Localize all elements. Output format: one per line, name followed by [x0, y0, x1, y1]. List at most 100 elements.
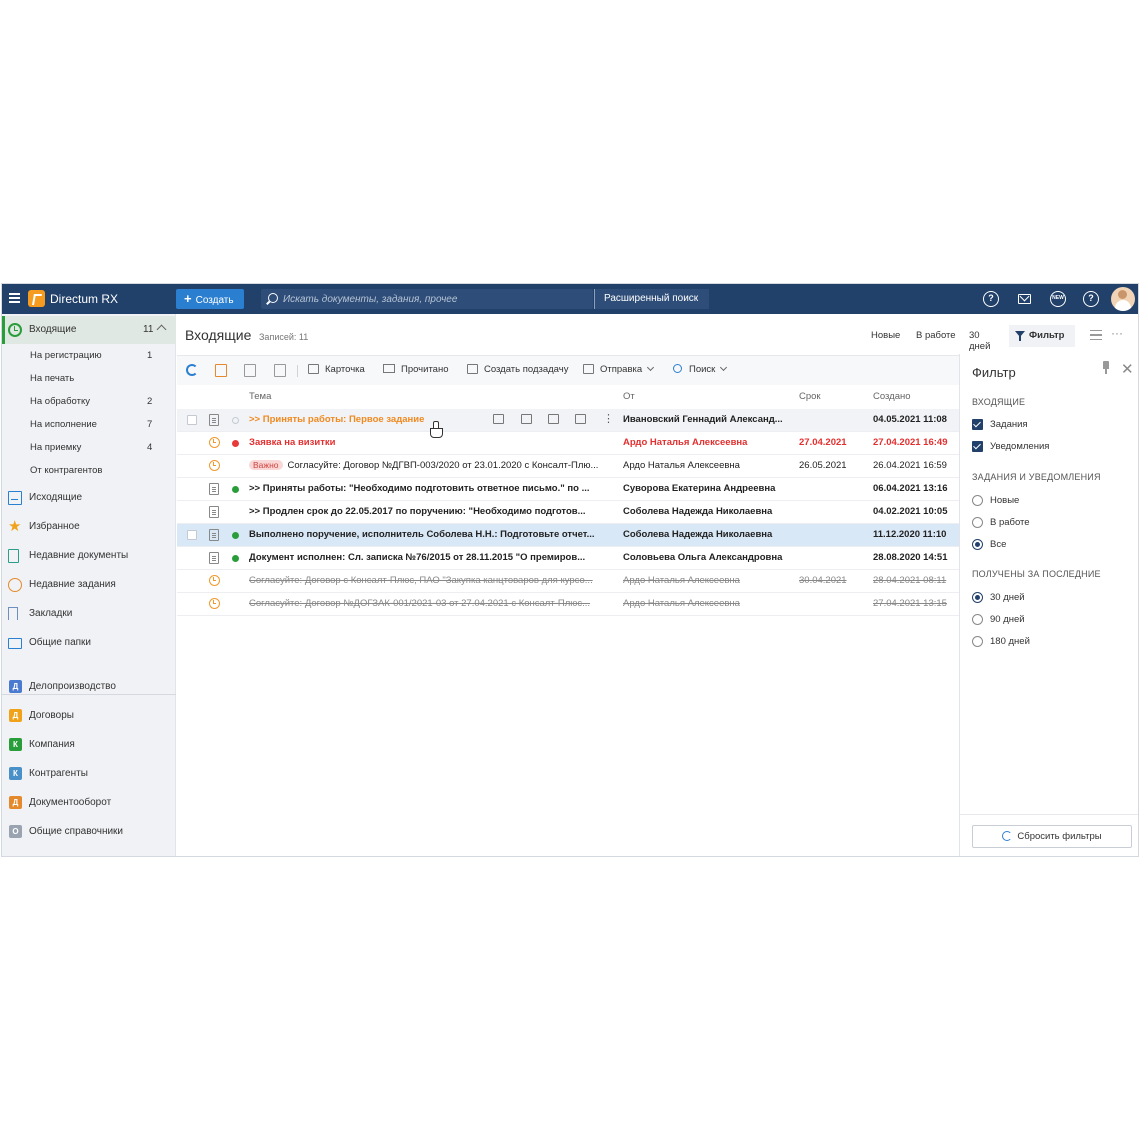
option-label: Задания [990, 419, 1028, 430]
col-subject[interactable]: Тема [249, 391, 271, 402]
history-icon [8, 578, 22, 592]
radio-button-selected[interactable] [972, 539, 983, 550]
table-row[interactable]: Важно Согласуйте: Договор №ДГВП-003/2020 … [177, 455, 959, 478]
sidebar-sub-processing[interactable]: На обработку 2 [2, 390, 176, 413]
quick-filter-new[interactable]: Новые [871, 330, 900, 341]
sidebar-sub-registration[interactable]: На регистрацию 1 [2, 344, 176, 367]
filter-section-period: ПОЛУЧЕНЫ ЗА ПОСЛЕДНИЕ [972, 569, 1101, 579]
envelope-icon[interactable] [521, 414, 532, 424]
create-label: Создать [195, 295, 234, 306]
menu-icon[interactable] [9, 293, 20, 303]
sidebar-item-label: Общие папки [29, 637, 92, 648]
radio-button[interactable] [972, 495, 983, 506]
sidebar-module-company[interactable]: К Компания [2, 731, 176, 759]
sidebar-item-inbox[interactable]: Входящие 11 [2, 316, 176, 344]
radio-button[interactable] [972, 614, 983, 625]
filter-panel-divider [960, 814, 1138, 815]
help-icon[interactable]: ? [1083, 291, 1099, 307]
table-row[interactable]: Документ исполнен: Сл. записка №76/2015 … [177, 547, 959, 570]
search-button[interactable]: Поиск [673, 363, 728, 375]
table-row[interactable]: Согласуйте: Договор с Консалт-Плюс, ПАО … [177, 570, 959, 593]
checkbox-checked[interactable] [972, 419, 983, 430]
card-button[interactable]: Карточка [308, 364, 365, 375]
unread-icon[interactable] [232, 486, 239, 493]
refresh-icon[interactable] [186, 364, 198, 376]
col-created[interactable]: Создано [873, 391, 911, 402]
create-button[interactable]: + Создать [176, 289, 244, 309]
sidebar-module-counterparties[interactable]: К Контрагенты [2, 760, 176, 788]
radio-button[interactable] [972, 636, 983, 647]
row-checkbox[interactable] [187, 530, 197, 540]
radio-button[interactable] [972, 517, 983, 528]
filter-button[interactable]: Фильтр [1009, 325, 1075, 347]
delete-icon[interactable] [575, 414, 586, 424]
sidebar-sub-counterparties[interactable]: От контрагентов [2, 459, 176, 482]
avatar[interactable] [1111, 287, 1135, 311]
module-icon: К [9, 738, 22, 751]
mail-icon[interactable] [1018, 294, 1031, 304]
checkbox-checked[interactable] [972, 441, 983, 452]
mark-read-button[interactable]: Прочитано [383, 364, 449, 375]
chevron-up-icon[interactable] [156, 324, 167, 335]
sidebar-item-label: Избранное [29, 521, 80, 532]
sidebar-item-outbox[interactable]: Исходящие [2, 484, 176, 512]
sidebar-item-favorites[interactable]: ★ Избранное [2, 513, 176, 541]
radio-button-selected[interactable] [972, 592, 983, 603]
sidebar-module-contracts[interactable]: Д Договоры [2, 702, 176, 730]
reset-filters-button[interactable]: Сбросить фильтры [972, 825, 1132, 848]
row-created: 27.04.2021 16:49 [873, 437, 948, 448]
advanced-search-button[interactable]: Расширенный поиск [594, 289, 709, 309]
sidebar-item-label: Компания [29, 739, 75, 750]
send-button[interactable]: Отправка [583, 363, 655, 375]
sidebar-sub-print[interactable]: На печать [2, 367, 176, 390]
table-row[interactable]: Заявка на визитки Ардо Наталья Алексеевн… [177, 432, 959, 455]
col-due[interactable]: Срок [799, 391, 821, 402]
row-subject: Согласуйте: Договор №ДОГЗАК-001/2021-03 … [249, 598, 591, 609]
sidebar-module-records[interactable]: Д Делопроизводство [2, 673, 176, 701]
sidebar-module-docflow[interactable]: Д Документооборот [2, 789, 176, 817]
quick-filter-30-days[interactable]: 30 дней [969, 330, 990, 352]
copy-icon[interactable] [215, 364, 227, 377]
copy-icon[interactable] [548, 414, 559, 424]
sidebar-module-references[interactable]: О Общие справочники [2, 818, 176, 846]
table-row[interactable]: >> Продлен срок до 22.05.2017 по поручен… [177, 501, 959, 524]
sidebar-item-shared-folders[interactable]: Общие папки [2, 629, 176, 657]
row-subject: Документ исполнен: Сл. записка №76/2015 … [249, 552, 586, 563]
table-row[interactable]: Выполнено поручение, исполнитель Соболев… [177, 524, 959, 547]
sidebar-item-recent-docs[interactable]: Недавние документы [2, 542, 176, 570]
unread-icon[interactable] [232, 555, 239, 562]
pin-icon[interactable] [1103, 361, 1109, 374]
sidebar-sub-execution[interactable]: На исполнение 7 [2, 413, 176, 436]
search-input[interactable] [283, 291, 583, 307]
more-icon[interactable]: ··· [1111, 326, 1123, 340]
settings-sliders-icon[interactable] [1090, 330, 1102, 340]
new-icon[interactable]: NEW [1050, 291, 1066, 307]
more-vertical-icon[interactable]: ⋮ [603, 412, 614, 425]
sidebar-item-recent-tasks[interactable]: Недавние задания [2, 571, 176, 599]
filter-panel: Фильтр ✕ ВХОДЯЩИЕ Задания Уведомления ЗА… [959, 354, 1138, 856]
option-label: 90 дней [990, 614, 1025, 625]
sidebar-sub-acceptance[interactable]: На приемку 4 [2, 436, 176, 459]
sidebar-item-bookmarks[interactable]: Закладки [2, 600, 176, 628]
table-row[interactable]: >> Приняты работы: Первое задание ⋮ Иван… [177, 409, 959, 438]
table-row[interactable]: >> Приняты работы: "Необходимо подготови… [177, 478, 959, 501]
document-icon [209, 483, 219, 495]
card-icon[interactable] [493, 414, 504, 424]
table-row[interactable]: Согласуйте: Договор №ДОГЗАК-001/2021-03 … [177, 593, 959, 616]
delete-icon[interactable] [274, 364, 286, 377]
top-bar: Directum RX +Создать Расширенный поиск ?… [2, 284, 1138, 314]
row-due: 30.04.2021 [799, 575, 847, 586]
envelope-open-icon [383, 364, 395, 373]
module-icon: Д [9, 680, 22, 693]
col-from[interactable]: От [623, 391, 635, 402]
read-status-icon[interactable] [232, 417, 239, 424]
sub-count: 7 [147, 419, 153, 430]
quick-filter-in-work[interactable]: В работе [916, 330, 956, 341]
paste-icon[interactable] [244, 364, 256, 377]
close-icon[interactable]: ✕ [1121, 360, 1134, 378]
row-checkbox[interactable] [187, 415, 197, 425]
create-subtask-button[interactable]: Создать подзадачу [467, 364, 568, 375]
unread-icon[interactable] [232, 532, 239, 539]
support-icon[interactable]: ? [983, 291, 999, 307]
global-search[interactable] [261, 289, 593, 309]
